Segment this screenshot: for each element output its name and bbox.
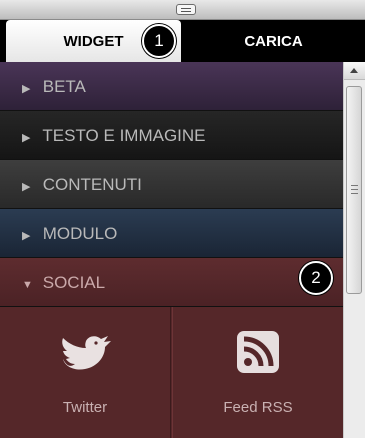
rss-icon xyxy=(237,331,279,373)
accordion-item-contenuti[interactable]: ▶ CONTENUTI xyxy=(0,160,343,209)
vertical-scrollbar[interactable] xyxy=(343,62,365,438)
accordion-item-label: CONTENUTI xyxy=(42,175,142,194)
twitter-bird-icon xyxy=(62,336,111,370)
accordion-item-beta[interactable]: ▶ BETA xyxy=(0,62,343,111)
arrow-right-icon: ▶ xyxy=(22,181,31,193)
tab-carica[interactable]: CARICA xyxy=(182,20,365,62)
accordion-item-modulo[interactable]: ▶ MODULO xyxy=(0,209,343,258)
feed-rss-widget[interactable]: Feed RSS xyxy=(172,307,343,438)
social-widget-grid: Twitter Feed RSS xyxy=(0,307,343,438)
accordion-item-label: BETA xyxy=(42,77,86,96)
widget-accordion: ▶ BETA ▶ TESTO E IMMAGINE ▶ CONTENUTI ▶ … xyxy=(0,62,343,438)
feed-rss-widget-label: Feed RSS xyxy=(223,399,293,416)
thumb-grip-icon xyxy=(351,185,358,194)
accordion-item-label: MODULO xyxy=(42,224,118,243)
scrollbar-thumb[interactable] xyxy=(346,86,362,294)
scroll-up-arrow-icon[interactable] xyxy=(344,62,365,80)
accordion-item-social[interactable]: ▼ SOCIAL xyxy=(0,258,343,307)
panel-drag-bar[interactable] xyxy=(0,0,365,20)
accordion-item-label: TESTO E IMMAGINE xyxy=(42,126,206,145)
tab-bar: WIDGET CARICA xyxy=(0,20,365,62)
callout-badge-2: 2 xyxy=(299,261,333,295)
accordion-item-testo-e-immagine[interactable]: ▶ TESTO E IMMAGINE xyxy=(0,111,343,160)
arrow-right-icon: ▶ xyxy=(22,230,31,242)
callout-badge-1: 1 xyxy=(142,24,176,58)
widget-panel: WIDGET CARICA ▶ BETA ▶ TESTO E IMMAGINE … xyxy=(0,0,365,438)
twitter-widget-label: Twitter xyxy=(62,399,108,416)
arrow-down-icon: ▼ xyxy=(22,279,33,291)
arrow-right-icon: ▶ xyxy=(22,83,31,95)
twitter-widget[interactable]: Twitter xyxy=(0,307,171,438)
accordion-item-label: SOCIAL xyxy=(42,273,106,292)
arrow-right-icon: ▶ xyxy=(22,132,31,144)
drag-handle-icon[interactable] xyxy=(176,4,196,15)
